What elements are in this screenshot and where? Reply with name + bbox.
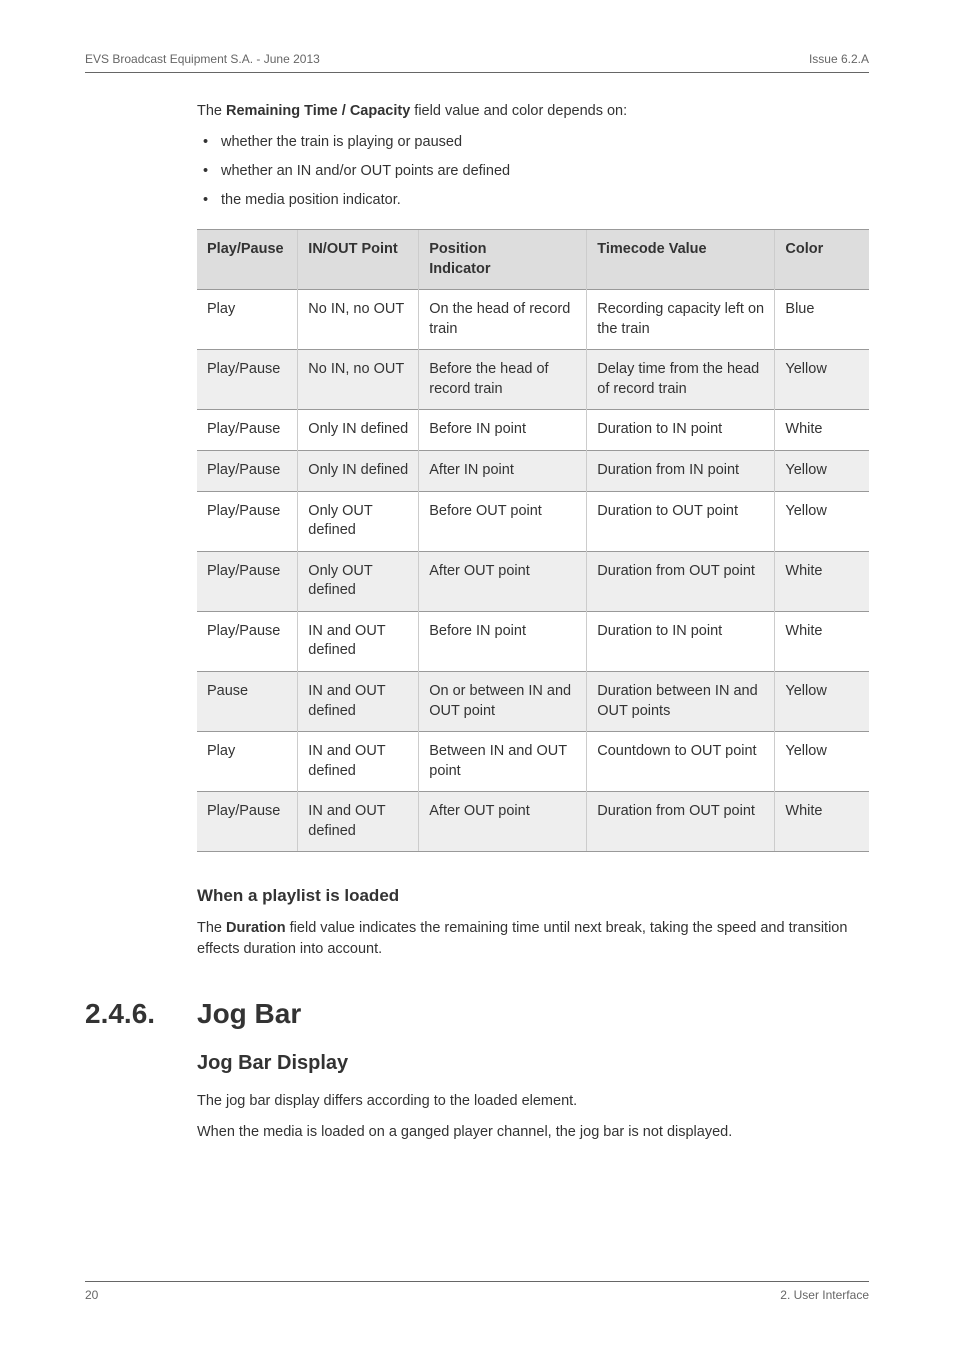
cell: White [775, 551, 869, 611]
cell: White [775, 410, 869, 451]
cell: IN and OUT defined [298, 611, 419, 671]
intro-pre: The [197, 103, 226, 119]
cell: Play [197, 732, 298, 792]
th-play-pause: Play/Pause [197, 230, 298, 290]
cell: Blue [775, 290, 869, 350]
section-title: Jog Bar [197, 998, 301, 1030]
cell: Delay time from the head of record train [587, 350, 775, 410]
th-position: Position Indicator [419, 230, 587, 290]
table-row: Play/Pause Only OUT defined Before OUT p… [197, 491, 869, 551]
cell: Duration to IN point [587, 611, 775, 671]
cell: Play/Pause [197, 611, 298, 671]
cell: Before IN point [419, 611, 587, 671]
th-inout: IN/OUT Point [298, 230, 419, 290]
cell: No IN, no OUT [298, 350, 419, 410]
table-row: Play No IN, no OUT On the head of record… [197, 290, 869, 350]
header-left: EVS Broadcast Equipment S.A. - June 2013 [85, 52, 320, 66]
table-header-row: Play/Pause IN/OUT Point Position Indicat… [197, 230, 869, 290]
cell: Play/Pause [197, 491, 298, 551]
cell: Yellow [775, 732, 869, 792]
playlist-heading: When a playlist is loaded [197, 886, 869, 906]
table-row: Play/Pause No IN, no OUT Before the head… [197, 350, 869, 410]
section-p2: When the media is loaded on a ganged pla… [197, 1122, 869, 1143]
cell: Before the head of record train [419, 350, 587, 410]
cell: Duration to IN point [587, 410, 775, 451]
cell: IN and OUT defined [298, 671, 419, 731]
cell: Only IN defined [298, 410, 419, 451]
cell: White [775, 611, 869, 671]
cell: Duration between IN and OUT points [587, 671, 775, 731]
footer-rule [85, 1281, 869, 1282]
cell: After IN point [419, 451, 587, 492]
playlist-paragraph: The Duration field value indicates the r… [197, 918, 869, 960]
cell: Yellow [775, 451, 869, 492]
cell: IN and OUT defined [298, 792, 419, 852]
table-row: Play/Pause Only OUT defined After OUT po… [197, 551, 869, 611]
cell: Only OUT defined [298, 551, 419, 611]
cell: Yellow [775, 491, 869, 551]
playlist-bold: Duration [226, 920, 286, 936]
cell: White [775, 792, 869, 852]
section-ref: 2. User Interface [780, 1288, 869, 1302]
section-p1: The jog bar display differs according to… [197, 1091, 869, 1112]
cell: Pause [197, 671, 298, 731]
cell: On or between IN and OUT point [419, 671, 587, 731]
cell: Only OUT defined [298, 491, 419, 551]
header-rule [85, 72, 869, 73]
cell: Play/Pause [197, 410, 298, 451]
intro-line: The Remaining Time / Capacity field valu… [197, 101, 869, 122]
cell: Only IN defined [298, 451, 419, 492]
section-heading: 2.4.6. Jog Bar [85, 998, 869, 1030]
page-number: 20 [85, 1288, 98, 1302]
subsection-heading: Jog Bar Display [197, 1052, 869, 1075]
header-right: Issue 6.2.A [809, 52, 869, 66]
cell: Before IN point [419, 410, 587, 451]
bullet-item: the media position indicator. [197, 190, 869, 211]
th-pos-l2: Indicator [429, 261, 490, 277]
cell: On the head of record train [419, 290, 587, 350]
intro-after: field value and color depends on: [410, 103, 627, 119]
cell: After OUT point [419, 551, 587, 611]
th-timecode: Timecode Value [587, 230, 775, 290]
bullet-item: whether an IN and/or OUT points are defi… [197, 161, 869, 182]
cell: Yellow [775, 671, 869, 731]
cell: IN and OUT defined [298, 732, 419, 792]
timecode-table: Play/Pause IN/OUT Point Position Indicat… [197, 229, 869, 852]
th-pos-l1: Position [429, 241, 486, 257]
cell: Yellow [775, 350, 869, 410]
playlist-after: field value indicates the remaining time… [197, 920, 847, 957]
playlist-pre: The [197, 920, 226, 936]
bullet-item: whether the train is playing or paused [197, 132, 869, 153]
cell: Play/Pause [197, 350, 298, 410]
cell: Duration from IN point [587, 451, 775, 492]
cell: Countdown to OUT point [587, 732, 775, 792]
table-row: Play IN and OUT defined Between IN and O… [197, 732, 869, 792]
cell: Play/Pause [197, 551, 298, 611]
intro-bullets: whether the train is playing or paused w… [197, 132, 869, 211]
cell: Play [197, 290, 298, 350]
cell: Duration from OUT point [587, 551, 775, 611]
cell: No IN, no OUT [298, 290, 419, 350]
table-row: Pause IN and OUT defined On or between I… [197, 671, 869, 731]
cell: Before OUT point [419, 491, 587, 551]
cell: Between IN and OUT point [419, 732, 587, 792]
cell: Play/Pause [197, 792, 298, 852]
table-row: Play/Pause IN and OUT defined Before IN … [197, 611, 869, 671]
intro-bold: Remaining Time / Capacity [226, 103, 410, 119]
table-row: Play/Pause Only IN defined Before IN poi… [197, 410, 869, 451]
table-row: Play/Pause IN and OUT defined After OUT … [197, 792, 869, 852]
table-row: Play/Pause Only IN defined After IN poin… [197, 451, 869, 492]
section-number: 2.4.6. [85, 998, 197, 1030]
th-color: Color [775, 230, 869, 290]
cell: Recording capacity left on the train [587, 290, 775, 350]
cell: Duration to OUT point [587, 491, 775, 551]
cell: After OUT point [419, 792, 587, 852]
cell: Duration from OUT point [587, 792, 775, 852]
cell: Play/Pause [197, 451, 298, 492]
